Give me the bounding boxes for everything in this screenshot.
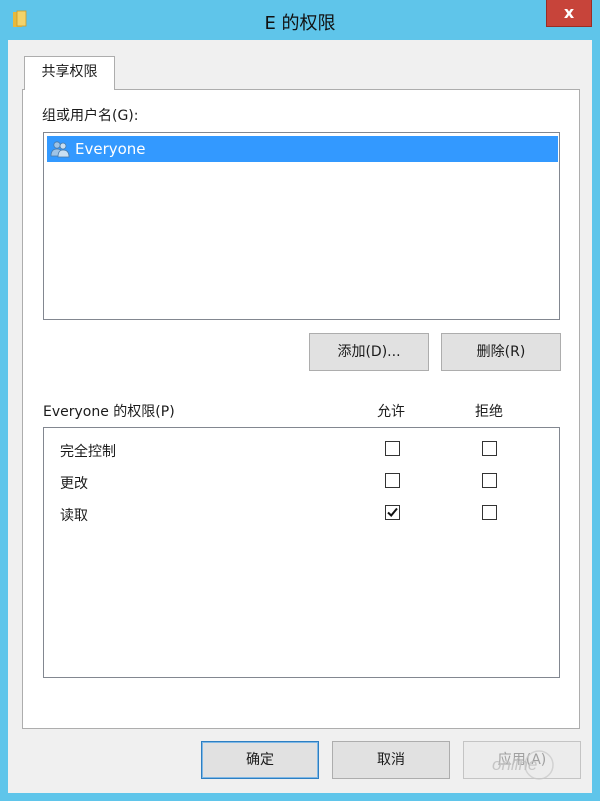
deny-header: 拒绝: [475, 404, 503, 420]
cancel-button[interactable]: 取消: [332, 741, 450, 779]
add-button[interactable]: 添加(D)...: [309, 333, 429, 371]
allow-checkbox[interactable]: [385, 473, 400, 488]
window-title: E 的权限: [264, 13, 336, 34]
close-button[interactable]: x: [546, 0, 592, 27]
allow-checkbox[interactable]: [385, 441, 400, 456]
deny-checkbox[interactable]: [482, 441, 497, 456]
allow-checkbox[interactable]: [385, 505, 400, 520]
checkmark-icon: [387, 507, 398, 517]
permission-name: 更改: [60, 476, 88, 492]
title-bar[interactable]: E 的权限 x: [0, 0, 600, 40]
users-icon: [50, 141, 70, 158]
tab-share-permissions[interactable]: 共享权限: [24, 56, 115, 90]
permissions-list: 完全控制 更改 读取: [43, 427, 560, 678]
permission-row: 完全控制: [58, 436, 556, 464]
deny-checkbox[interactable]: [482, 505, 497, 520]
permissions-label: Everyone 的权限(P): [43, 404, 175, 420]
permissions-dialog: E 的权限 x 共享权限 组或用户名(G): Everyone 添加(D)...…: [0, 0, 600, 801]
groups-label: 组或用户名(G):: [42, 108, 139, 124]
permission-row: 更改: [58, 468, 556, 496]
permission-name: 读取: [60, 508, 88, 524]
list-item-everyone[interactable]: Everyone: [47, 136, 558, 162]
permission-name: 完全控制: [60, 444, 116, 460]
deny-checkbox[interactable]: [482, 473, 497, 488]
remove-button[interactable]: 删除(R): [441, 333, 561, 371]
dialog-body: 共享权限 组或用户名(G): Everyone 添加(D)... 删除(R) E…: [8, 40, 592, 793]
apply-button[interactable]: 应用(A): [463, 741, 581, 779]
tab-panel: 组或用户名(G): Everyone 添加(D)... 删除(R) Everyo…: [22, 89, 580, 729]
ok-button[interactable]: 确定: [201, 741, 319, 779]
groups-listbox[interactable]: Everyone: [43, 132, 560, 320]
permission-row: 读取: [58, 500, 556, 528]
close-icon: x: [563, 3, 575, 22]
user-name: Everyone: [75, 140, 146, 158]
allow-header: 允许: [377, 404, 405, 420]
